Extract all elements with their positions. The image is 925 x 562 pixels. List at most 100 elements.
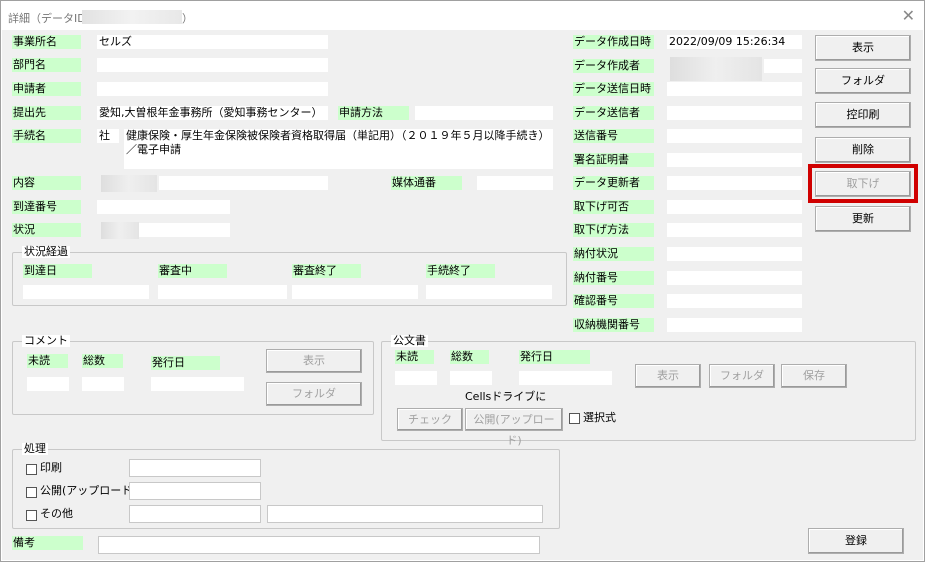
progress-caption: 状況経過 [22,245,70,258]
right-label-agency-no: 収納機関番号 [573,318,654,332]
sender-field[interactable] [667,106,802,120]
creator-field[interactable] [764,59,802,73]
cells-drive-label: Cellsドライブに [465,390,547,403]
progress-col-4: 手続終了 [426,264,495,278]
payment-status-field[interactable] [667,247,802,261]
jigyosho-label: 事業所名 [12,35,81,49]
select-label: 選択式 [583,411,616,424]
publish-label: 公開(アップロード) [40,484,137,497]
teishutsu-field[interactable]: 愛知,大曽根年金事務所（愛知事務センター） [97,106,328,120]
agency-no-field[interactable] [667,318,802,332]
progress-value-1[interactable] [23,285,149,299]
kobunsho-save-button[interactable]: 保存 [781,364,847,388]
totatsu-label: 到達番号 [12,200,81,214]
jokyo-field[interactable] [139,223,230,237]
progress-col-2: 審査中 [158,264,227,278]
comment-total-label: 総数 [82,354,123,368]
comment-unread-label: 未読 [27,354,68,368]
baitai-label: 媒体通番 [391,176,462,190]
right-label-created-at: データ作成日時 [573,35,654,49]
withdraw-method-field[interactable] [667,223,802,237]
right-label-payment-no: 納付番号 [573,271,654,285]
right-label-creator: データ作成者 [573,59,654,73]
confirm-no-field[interactable] [667,294,802,308]
publish-field[interactable] [129,482,261,500]
select-checkbox[interactable] [569,413,580,424]
delete-button[interactable]: 削除 [815,137,911,163]
folder-button[interactable]: フォルダ [815,68,911,94]
progress-value-4[interactable] [426,285,552,299]
publish-checkbox[interactable] [26,487,37,498]
jokyo-label: 状況 [12,223,81,237]
tetsuzuki-label: 手続名 [12,129,81,143]
other-checkbox[interactable] [26,510,37,521]
redacted-naiyo [101,175,157,192]
created-at-field[interactable]: 2022/09/09 15:26:34 [667,35,802,49]
send-no-field[interactable] [667,129,802,143]
kobunsho-issue-date-field[interactable] [519,371,612,385]
kobunsho-issue-date-label: 発行日 [519,350,590,364]
shinseisha-label: 申請者 [12,82,81,96]
other-field-2[interactable] [267,505,543,523]
update-button[interactable]: 更新 [815,206,911,232]
progress-col-3: 審査終了 [292,264,361,278]
tetsuzuki-field[interactable]: 健康保険・厚生年金保険被保険者資格取得届（単記用）（２０１９年５月以降手続き）／… [124,129,553,169]
print-field[interactable] [129,459,261,477]
progress-value-3[interactable] [292,285,418,299]
window-title-suffix: ） [182,12,193,25]
totatsu-field[interactable] [97,200,230,214]
kobunsho-unread-field[interactable] [395,371,437,385]
shinsei-hoho-field[interactable] [415,106,553,120]
print-checkbox[interactable] [26,464,37,475]
check-button[interactable]: チェック [397,408,463,431]
right-label-sender: データ送信者 [573,106,654,120]
biko-label: 備考 [12,536,83,550]
comment-folder-button[interactable]: フォルダ [266,382,362,406]
kobunsho-display-button[interactable]: 表示 [635,364,701,388]
display-button[interactable]: 表示 [815,35,911,61]
sent-at-field[interactable] [667,82,802,96]
title-bar: 詳細（データID ） ✕ [2,2,923,30]
form-body: 事業所名 セルズ 部門名 申請者 提出先 愛知,大曽根年金事務所（愛知事務センタ… [2,30,923,560]
redacted-jokyo [101,222,139,239]
tetsuzuki-code[interactable]: 社 [97,129,119,143]
detail-window: 詳細（データID ） ✕ 事業所名 セルズ 部門名 申請者 提出先 愛知,大曽根… [0,0,925,562]
progress-value-2[interactable] [158,285,287,299]
bumon-field[interactable] [97,58,328,72]
comment-display-button[interactable]: 表示 [266,349,362,373]
hikae-print-button[interactable]: 控印刷 [815,102,911,128]
print-label: 印刷 [40,461,62,474]
jigyosho-field[interactable]: セルズ [97,35,328,49]
kobunsho-unread-label: 未読 [395,350,434,364]
baitai-field[interactable] [477,176,553,190]
withdraw-ok-field[interactable] [667,200,802,214]
updater-field[interactable] [667,176,802,190]
comment-issue-date-field[interactable] [151,377,244,391]
right-label-sent-at: データ送信日時 [573,82,654,96]
other-field-1[interactable] [129,505,261,523]
kobunsho-folder-button[interactable]: フォルダ [709,364,775,388]
right-label-updater: データ更新者 [573,176,654,190]
kobunsho-total-field[interactable] [450,371,492,385]
right-label-confirm-no: 確認番号 [573,294,654,308]
right-label-payment-status: 納付状況 [573,247,654,261]
window-title: 詳細（データID [8,12,86,25]
other-label: その他 [40,507,73,520]
right-label-cert: 署名証明書 [573,153,654,167]
naiyo-field[interactable] [159,176,328,190]
redacted-creator [670,57,762,81]
shinseisha-field[interactable] [97,82,328,96]
payment-no-field[interactable] [667,271,802,285]
cert-field[interactable] [667,153,802,167]
comment-caption: コメント [22,334,70,347]
shinsei-hoho-label: 申請方法 [338,106,409,120]
kobunsho-caption: 公文書 [391,334,428,347]
close-icon[interactable]: ✕ [902,6,915,25]
publish-upload-button[interactable]: 公開(アップロード) [465,408,563,447]
comment-total-field[interactable] [82,377,124,391]
biko-field[interactable] [98,536,540,554]
torisage-button[interactable]: 取下げ [815,171,911,197]
right-label-send-no: 送信番号 [573,129,654,143]
register-button[interactable]: 登録 [808,528,904,554]
comment-unread-field[interactable] [27,377,69,391]
